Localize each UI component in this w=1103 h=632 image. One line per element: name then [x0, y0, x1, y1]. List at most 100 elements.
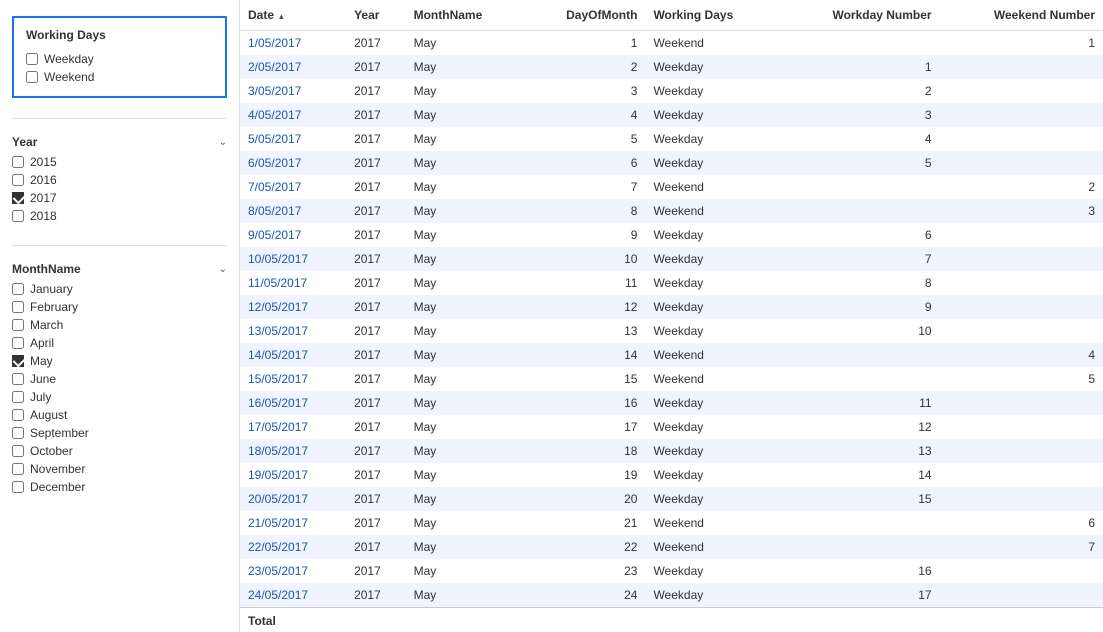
cell-workday: 14 — [779, 463, 940, 487]
month-option-May[interactable]: May — [12, 352, 227, 370]
table-container[interactable]: Date ▲ Year MonthName DayOfMonth Working… — [240, 0, 1103, 632]
cell-workday: 1 — [779, 55, 940, 79]
cell-day: 11 — [524, 271, 646, 295]
cell-weekend — [940, 151, 1103, 175]
cell-type: Weekday — [645, 391, 779, 415]
cell-date: 19/05/2017 — [240, 463, 346, 487]
cell-date: 8/05/2017 — [240, 199, 346, 223]
cell-type: Weekday — [645, 55, 779, 79]
month-option-March[interactable]: March — [12, 316, 227, 334]
month-option-April[interactable]: April — [12, 334, 227, 352]
month-options-list: JanuaryFebruary March AprilMayJuneJulyAugu… — [12, 280, 227, 496]
cell-month: May — [406, 511, 524, 535]
month-option-December[interactable]: December — [12, 478, 227, 496]
year-option-2015[interactable]: 2015 — [12, 153, 227, 171]
table-row: 9/05/2017 2017 May 9 Weekday 6 — [240, 223, 1103, 247]
cell-date: 21/05/2017 — [240, 511, 346, 535]
cell-day: 1 — [524, 31, 646, 56]
month-checkbox-June[interactable] — [12, 373, 24, 385]
month-checkbox-November[interactable] — [12, 463, 24, 475]
year-checkbox-2016[interactable] — [12, 174, 24, 186]
col-weekendnumber[interactable]: Weekend Number — [940, 0, 1103, 31]
cell-workday: 2 — [779, 79, 940, 103]
cell-type: Weekend — [645, 199, 779, 223]
cell-type: Weekday — [645, 79, 779, 103]
month-checkbox-October[interactable] — [12, 445, 24, 457]
table-row: 7/05/2017 2017 May 7 Weekend 2 — [240, 175, 1103, 199]
month-option-June[interactable]: June — [12, 370, 227, 388]
month-checkbox-July[interactable] — [12, 391, 24, 403]
month-label-September: September — [30, 426, 89, 440]
year-option-2016[interactable]: 2016 — [12, 171, 227, 189]
cell-year: 2017 — [346, 559, 406, 583]
month-label-March: March — [30, 318, 63, 332]
year-checkbox-2017[interactable] — [12, 192, 24, 204]
cell-year: 2017 — [346, 583, 406, 608]
weekend-checkbox[interactable] — [26, 71, 38, 83]
sort-arrow-icon: ▲ — [277, 12, 285, 21]
cell-date: 22/05/2017 — [240, 535, 346, 559]
year-checkbox-2018[interactable] — [12, 210, 24, 222]
cell-day: 4 — [524, 103, 646, 127]
col-workingdays[interactable]: Working Days — [645, 0, 779, 31]
cell-weekend — [940, 583, 1103, 608]
cell-workday: 12 — [779, 415, 940, 439]
cell-year: 2017 — [346, 463, 406, 487]
month-option-August[interactable]: August — [12, 406, 227, 424]
table-row: 21/05/2017 2017 May 21 Weekend 6 — [240, 511, 1103, 535]
weekday-checkbox-item[interactable]: Weekday — [26, 50, 213, 68]
col-date[interactable]: Date ▲ — [240, 0, 346, 31]
cell-day: 2 — [524, 55, 646, 79]
cell-date: 17/05/2017 — [240, 415, 346, 439]
month-checkbox-January[interactable] — [12, 283, 24, 295]
cell-date: 6/05/2017 — [240, 151, 346, 175]
total-label: Total — [240, 608, 346, 632]
cell-workday: 6 — [779, 223, 940, 247]
cell-date: 10/05/2017 — [240, 247, 346, 271]
cell-workday — [779, 343, 940, 367]
month-checkbox-September[interactable] — [12, 427, 24, 439]
year-checkbox-2015[interactable] — [12, 156, 24, 168]
month-checkbox-February[interactable] — [12, 301, 24, 313]
cell-day: 14 — [524, 343, 646, 367]
cell-date: 7/05/2017 — [240, 175, 346, 199]
col-dayofmonth[interactable]: DayOfMonth — [524, 0, 646, 31]
cell-date: 23/05/2017 — [240, 559, 346, 583]
cell-year: 2017 — [346, 175, 406, 199]
month-option-July[interactable]: July — [12, 388, 227, 406]
month-option-November[interactable]: November — [12, 460, 227, 478]
cell-year: 2017 — [346, 223, 406, 247]
table-row: 23/05/2017 2017 May 23 Weekday 16 — [240, 559, 1103, 583]
month-checkbox-August[interactable] — [12, 409, 24, 421]
col-monthname[interactable]: MonthName — [406, 0, 524, 31]
year-option-2018[interactable]: 2018 — [12, 207, 227, 225]
month-checkbox-March[interactable] — [12, 319, 24, 331]
month-option-January[interactable]: January — [12, 280, 227, 298]
cell-type: Weekend — [645, 175, 779, 199]
cell-weekend: 2 — [940, 175, 1103, 199]
month-option-September[interactable]: September — [12, 424, 227, 442]
month-checkbox-May[interactable] — [12, 355, 24, 367]
table-row: 24/05/2017 2017 May 24 Weekday 17 — [240, 583, 1103, 608]
month-filter-header[interactable]: MonthName ⌄ — [12, 258, 227, 280]
col-year[interactable]: Year — [346, 0, 406, 31]
cell-month: May — [406, 535, 524, 559]
month-option-February[interactable]: February — [12, 298, 227, 316]
cell-workday — [779, 199, 940, 223]
year-option-2017[interactable]: 2017 — [12, 189, 227, 207]
cell-weekend: 5 — [940, 367, 1103, 391]
month-checkbox-December[interactable] — [12, 481, 24, 493]
cell-weekend: 4 — [940, 343, 1103, 367]
cell-day: 23 — [524, 559, 646, 583]
weekend-checkbox-item[interactable]: Weekend — [26, 68, 213, 86]
month-checkbox-April[interactable] — [12, 337, 24, 349]
cell-year: 2017 — [346, 391, 406, 415]
cell-type: Weekend — [645, 535, 779, 559]
weekday-checkbox[interactable] — [26, 53, 38, 65]
table-row: 12/05/2017 2017 May 12 Weekday 9 — [240, 295, 1103, 319]
year-filter-header[interactable]: Year ⌄ — [12, 131, 227, 153]
col-workdaynumber[interactable]: Workday Number — [779, 0, 940, 31]
cell-year: 2017 — [346, 151, 406, 175]
month-option-October[interactable]: October — [12, 442, 227, 460]
cell-month: May — [406, 391, 524, 415]
